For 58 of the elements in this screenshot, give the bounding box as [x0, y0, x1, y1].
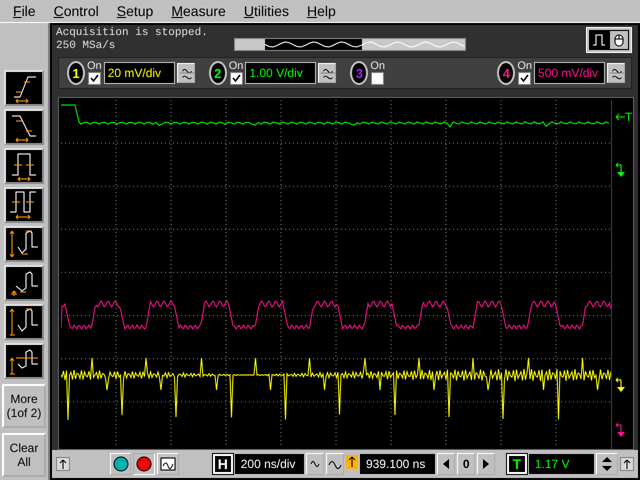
- trigger-level-spinner[interactable]: [596, 453, 618, 475]
- scale-adjust-button[interactable]: [318, 63, 336, 83]
- up-arrow-button[interactable]: [620, 457, 634, 471]
- acquisition-status: Acquisition is stopped.: [56, 27, 209, 40]
- scale-field[interactable]: 1.00 V/div: [245, 62, 316, 84]
- on-checkbox[interactable]: [371, 72, 384, 85]
- measure-tool-button[interactable]: [4, 187, 44, 223]
- menu-item[interactable]: Help: [298, 3, 345, 19]
- scale-adjust-button[interactable]: [607, 63, 625, 83]
- mouse-icon[interactable]: [609, 30, 629, 50]
- menu-item[interactable]: File: [4, 3, 45, 19]
- measure-tool-button[interactable]: [4, 226, 44, 262]
- channel-number[interactable]: 2: [208, 61, 227, 85]
- measure-tool-button[interactable]: [4, 343, 44, 379]
- menu-item[interactable]: Utilities: [234, 3, 298, 19]
- stop-button[interactable]: [133, 453, 156, 475]
- delay-field[interactable]: 939.100 ns: [360, 454, 436, 474]
- left-arrow-icon: [615, 113, 625, 121]
- on-checkbox[interactable]: [518, 72, 532, 85]
- coarse-adjust-button[interactable]: [326, 453, 344, 475]
- on-checkbox[interactable]: [88, 72, 101, 85]
- on-checkbox[interactable]: [230, 72, 243, 85]
- right-arrow-button[interactable]: [477, 453, 495, 475]
- menu-item[interactable]: Setup: [108, 3, 162, 19]
- on-label: On: [87, 61, 102, 72]
- measure-tool-button[interactable]: [4, 304, 44, 340]
- measure-tool-button[interactable]: [4, 70, 44, 106]
- single-button[interactable]: [157, 453, 180, 475]
- measure-tool-button[interactable]: [4, 265, 44, 301]
- horizontal-button[interactable]: H: [212, 454, 233, 474]
- time-scale-field[interactable]: 200 ns/div: [234, 454, 304, 474]
- menu-item[interactable]: Control: [44, 3, 108, 19]
- channel-number[interactable]: 1: [67, 61, 85, 85]
- scale-field[interactable]: 20 mV/div: [104, 62, 175, 84]
- right-triangle-icon: [482, 459, 490, 469]
- scale-field[interactable]: 500 mV/div: [534, 62, 605, 84]
- on-label: On: [228, 61, 244, 72]
- trigger-level-field[interactable]: 1.17 V: [528, 454, 594, 474]
- fine-adjust-button[interactable]: [306, 453, 324, 475]
- waveform-mode-icon[interactable]: [589, 30, 609, 50]
- on-label: On: [370, 61, 386, 72]
- up-arrow-button[interactable]: [56, 457, 70, 471]
- side-button[interactable]: More (1of 2): [2, 384, 46, 428]
- sample-rate: 250 MSa/s: [56, 40, 116, 52]
- trigger-marker-label: T: [625, 110, 632, 124]
- delay-zero-button[interactable]: 0: [457, 453, 476, 475]
- left-arrow-button[interactable]: [437, 453, 456, 475]
- side-button[interactable]: Clear All: [2, 433, 46, 477]
- measure-tool-button[interactable]: [4, 148, 44, 184]
- run-button[interactable]: [110, 453, 132, 475]
- scale-adjust-button[interactable]: [176, 63, 195, 83]
- measure-tool-button[interactable]: [4, 109, 44, 145]
- left-triangle-icon: [442, 459, 450, 469]
- channel-number[interactable]: 3: [350, 61, 368, 85]
- channel-number[interactable]: 4: [497, 61, 516, 85]
- trigger-button[interactable]: T: [506, 454, 527, 474]
- on-label: On: [517, 61, 532, 72]
- menu-item[interactable]: Measure: [162, 3, 235, 19]
